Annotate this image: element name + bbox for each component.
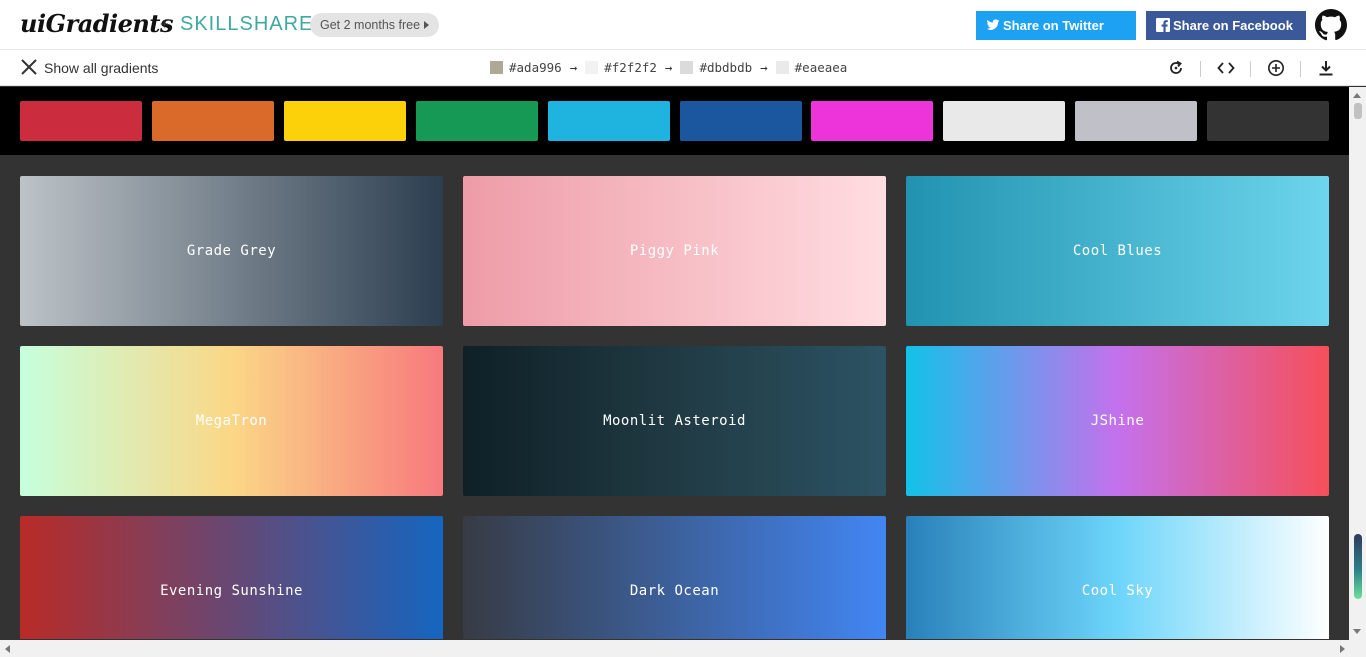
logo[interactable]: uiGradients	[20, 9, 173, 38]
add-icon[interactable]	[1267, 59, 1285, 77]
color-filter-red[interactable]	[20, 101, 142, 141]
arrow-icon: →	[569, 60, 578, 75]
gradient-card[interactable]: Grade Grey	[20, 176, 443, 326]
color-code[interactable]: #eaeaea	[795, 60, 848, 75]
color-filter-green[interactable]	[416, 101, 538, 141]
gradient-name: Moonlit Asteroid	[603, 413, 746, 429]
gradient-card[interactable]: Dark Ocean	[463, 516, 886, 639]
color-filter-grey[interactable]	[1075, 101, 1197, 141]
top-bar: uiGradients + SKILLSHARE Get 2 months fr…	[0, 0, 1366, 50]
gradient-grid: Grade Grey Piggy Pink Cool Blues MegaTro…	[0, 155, 1349, 639]
vertical-scrollbar[interactable]	[1349, 87, 1366, 640]
share-twitter-button[interactable]: Share on Twitter	[976, 11, 1136, 40]
play-icon	[424, 21, 430, 29]
partner-logo[interactable]: SKILLSHARE	[180, 13, 313, 36]
show-all-gradients-button[interactable]: Show all gradients	[20, 58, 158, 76]
sub-toolbar: Show all gradients #ada996 → #f2f2f2 → #dbdb…	[0, 50, 1366, 86]
color-code[interactable]: #ada996	[509, 60, 562, 75]
color-filter-magenta[interactable]	[811, 101, 933, 141]
promo-label: Get 2 months free	[320, 18, 421, 32]
code-icon[interactable]	[1217, 59, 1235, 77]
divider	[1300, 61, 1301, 77]
color-filter-bar	[0, 87, 1349, 155]
gradient-card[interactable]: Piggy Pink	[463, 176, 886, 326]
color-filter-white[interactable]	[943, 101, 1065, 141]
scroll-left-icon[interactable]	[5, 645, 10, 653]
color-filter-black[interactable]	[1207, 101, 1329, 141]
gradient-name: Cool Sky	[1081, 583, 1154, 599]
show-all-label: Show all gradients	[44, 60, 159, 76]
gradient-name: Piggy Pink	[629, 243, 720, 259]
color-filter-cyan[interactable]	[548, 101, 670, 141]
gradient-card[interactable]: MegaTron	[20, 346, 443, 496]
gradient-card[interactable]: Evening Sunshine	[20, 516, 443, 639]
gradient-card[interactable]: Moonlit Asteroid	[463, 346, 886, 496]
color-filter-yellow[interactable]	[284, 101, 406, 141]
color-swatch	[775, 61, 789, 74]
color-swatch	[680, 61, 694, 74]
share-twitter-label: Share on Twitter	[1003, 18, 1104, 33]
color-code[interactable]: #dbdbdb	[699, 60, 752, 75]
gradient-name: Cool Blues	[1072, 243, 1163, 259]
color-filter-orange[interactable]	[152, 101, 274, 141]
share-facebook-button[interactable]: Share on Facebook	[1146, 11, 1306, 40]
scrollbar-thumb[interactable]	[1354, 103, 1362, 119]
scroll-right-icon[interactable]	[1340, 645, 1345, 653]
gradient-name: MegaTron	[195, 413, 268, 429]
close-icon	[21, 59, 37, 75]
horizontal-scrollbar[interactable]	[0, 640, 1366, 657]
scroll-progress-indicator[interactable]	[1354, 534, 1362, 599]
gradient-card[interactable]: Cool Sky	[906, 516, 1329, 639]
gradient-name: Evening Sunshine	[160, 583, 303, 599]
gradient-card[interactable]: JShine	[906, 346, 1329, 496]
color-filter-blue[interactable]	[680, 101, 802, 141]
promo-badge[interactable]: Get 2 months free	[310, 13, 440, 37]
gradient-name: Dark Ocean	[629, 583, 720, 599]
current-gradient-colors: #ada996 → #f2f2f2 → #dbdbdb → #eaeaea	[490, 60, 847, 75]
divider	[1200, 61, 1201, 77]
arrow-icon: →	[664, 60, 673, 75]
facebook-icon	[1156, 18, 1170, 32]
gradient-name: Grade Grey	[186, 243, 277, 259]
scroll-up-icon[interactable]	[1353, 93, 1361, 98]
github-icon[interactable]	[1315, 9, 1347, 41]
divider	[1250, 61, 1251, 77]
gradient-name: JShine	[1090, 413, 1145, 429]
twitter-icon	[986, 19, 1000, 30]
rotate-icon[interactable]	[1167, 59, 1185, 77]
color-swatch	[585, 61, 599, 74]
arrow-icon: →	[760, 60, 768, 75]
plus-sign: +	[160, 16, 169, 33]
scroll-down-icon[interactable]	[1353, 629, 1361, 634]
color-swatch	[490, 61, 503, 74]
download-icon[interactable]	[1317, 59, 1335, 77]
color-code[interactable]: #f2f2f2	[604, 60, 657, 75]
gradient-card[interactable]: Cool Blues	[906, 176, 1329, 326]
share-facebook-label: Share on Facebook	[1173, 18, 1293, 33]
